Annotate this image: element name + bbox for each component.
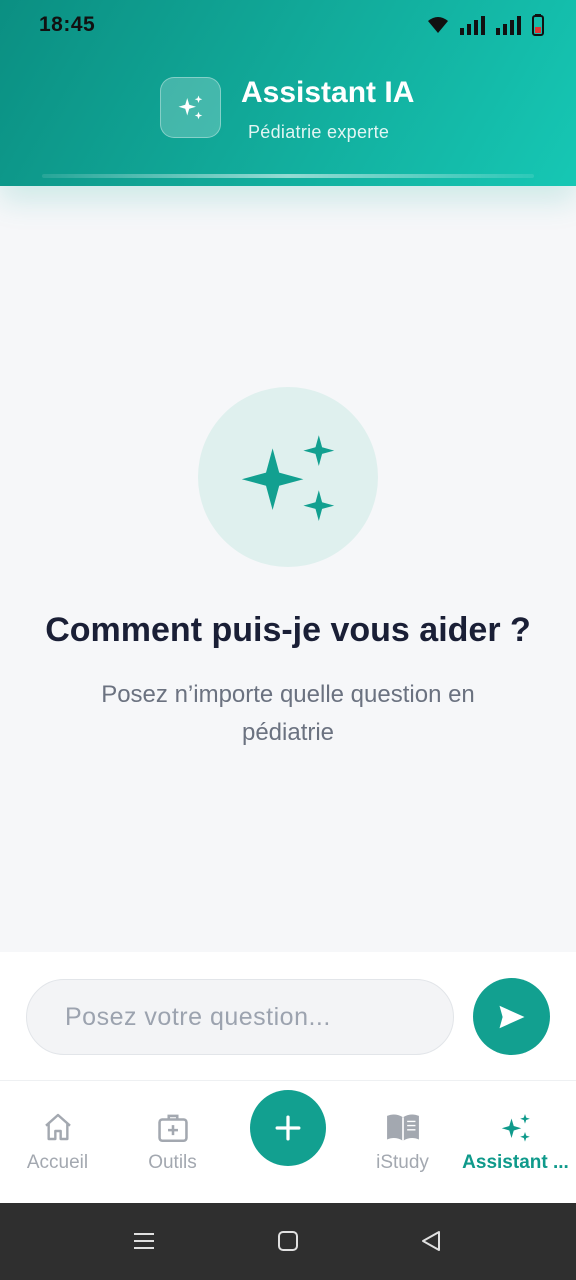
nav-item-outils[interactable]: Outils bbox=[115, 1081, 230, 1204]
plus-icon bbox=[275, 1115, 301, 1141]
question-input[interactable] bbox=[26, 979, 454, 1055]
back-icon[interactable] bbox=[420, 1229, 442, 1253]
hero-icon-circle bbox=[198, 387, 378, 567]
home-icon bbox=[44, 1113, 71, 1141]
signal-icon-2 bbox=[496, 16, 521, 35]
nav-label-accueil: Accueil bbox=[26, 1152, 89, 1173]
header-subtitle: Pédiatrie experte bbox=[248, 122, 390, 142]
header-divider bbox=[42, 174, 534, 178]
nav-item-accueil[interactable]: Accueil bbox=[0, 1081, 115, 1204]
wifi-icon bbox=[428, 17, 448, 33]
nav-label-outils: Outils bbox=[148, 1152, 197, 1173]
send-icon bbox=[499, 1005, 524, 1028]
hero-title: Comment puis-je vous aider ? bbox=[45, 611, 531, 649]
app-header: 18:45 Assistant IA Pédiatrie experte bbox=[0, 0, 576, 186]
book-icon bbox=[386, 1114, 419, 1141]
signal-icon bbox=[460, 16, 485, 35]
nav-item-istudy[interactable]: iStudy bbox=[345, 1081, 460, 1204]
status-icons bbox=[426, 14, 544, 36]
home-square-icon[interactable] bbox=[277, 1229, 299, 1253]
status-time: 18:45 bbox=[39, 13, 96, 36]
menu-icon[interactable] bbox=[133, 1229, 155, 1253]
battery-icon bbox=[532, 14, 544, 36]
nav-item-assistant[interactable]: Assistant ... bbox=[458, 1081, 573, 1204]
system-navigation-bar bbox=[0, 1203, 576, 1280]
hero-subtitle: Posez n’importe quelle question en pédia… bbox=[101, 681, 475, 746]
nav-label-assistant: Assistant ... bbox=[462, 1152, 569, 1173]
sparkles-icon bbox=[178, 95, 202, 119]
chat-input-area bbox=[0, 952, 576, 1080]
add-button[interactable] bbox=[250, 1090, 326, 1166]
status-bar: 18:45 bbox=[0, 0, 576, 52]
sparkles-icon bbox=[241, 435, 335, 521]
nav-label-istudy: iStudy bbox=[376, 1152, 429, 1173]
header-title: Assistant IA bbox=[241, 76, 415, 109]
sparkles-icon bbox=[501, 1114, 530, 1142]
medical-kit-icon bbox=[157, 1114, 188, 1143]
send-button[interactable] bbox=[473, 978, 550, 1055]
app-logo bbox=[160, 77, 221, 138]
